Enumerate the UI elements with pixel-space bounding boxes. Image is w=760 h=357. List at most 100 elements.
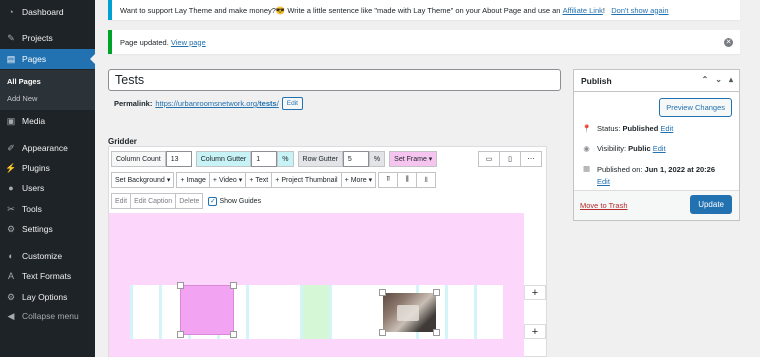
sidebar-item-dashboard[interactable]: ◔ Dashboard xyxy=(0,2,95,22)
sidebar-item-pages[interactable]: ▤ Pages xyxy=(0,49,95,69)
grid-column xyxy=(474,285,503,339)
gridder-panel: Column Count 13 Column Gutter 1 % Row Gu… xyxy=(108,146,547,357)
plus-icon: + xyxy=(531,286,539,299)
move-to-trash-link[interactable]: Move to Trash xyxy=(580,201,628,210)
admin-sidebar: ◔ Dashboard ✎ Projects ▤ Pages All Pages… xyxy=(0,0,95,357)
add-more-dropdown[interactable]: + More ▾ xyxy=(340,172,377,188)
column-gutter-input[interactable]: 1 xyxy=(251,151,278,167)
status-label: Status: xyxy=(597,124,621,133)
affiliate-link[interactable]: Affiliate Link xyxy=(563,6,603,15)
customize-icon: ◐ xyxy=(8,250,14,261)
toggle-panel-icon[interactable]: ▴ xyxy=(729,75,733,84)
desktop-view-icon[interactable]: ▭ xyxy=(478,151,500,167)
publish-controls: ⌃ ⌄ ▴ xyxy=(702,75,733,84)
image-element[interactable] xyxy=(379,289,440,336)
sidebar-item-label: Lay Options xyxy=(22,292,68,302)
sidebar-item-appearance[interactable]: ✐ Appearance xyxy=(0,138,95,158)
add-video-dropdown[interactable]: + Video ▾ xyxy=(208,172,247,188)
row-gutter-input[interactable]: 5 xyxy=(342,151,369,167)
view-page-link[interactable]: View page xyxy=(171,38,206,47)
set-background-dropdown[interactable]: Set Background ▾ xyxy=(111,172,175,188)
publish-title: Publish xyxy=(581,75,612,86)
chevron-up-icon[interactable]: ⌃ xyxy=(702,75,709,84)
sidebar-item-label: Media xyxy=(22,116,46,126)
post-title-input[interactable]: Tests xyxy=(108,69,561,91)
element-toolbar: Edit Edit Caption Delete ✓ Show Guides xyxy=(111,193,261,209)
gridder-canvas[interactable] xyxy=(109,213,524,357)
permalink-url[interactable]: https://urbanroomsnetwork.org/tests/ xyxy=(155,99,278,108)
project-thumbnail-label: Project Thumbnail xyxy=(281,176,338,184)
sidebar-item-users[interactable]: ● Users xyxy=(0,178,95,198)
caret-down-icon: ▾ xyxy=(166,177,171,184)
dont-show-again-link[interactable]: Don't show again xyxy=(611,6,668,15)
sidebar-item-tools[interactable]: ✂ Tools xyxy=(0,199,95,219)
add-row-button[interactable]: + xyxy=(524,324,546,339)
chevron-down-icon[interactable]: ⌄ xyxy=(715,75,722,84)
resize-handle[interactable] xyxy=(433,289,440,296)
preview-changes-button[interactable]: Preview Changes xyxy=(659,98,732,117)
placeholder-element[interactable] xyxy=(177,282,237,338)
grid-column xyxy=(300,285,329,339)
gear-icon: ⚙ xyxy=(6,291,16,302)
resize-handle[interactable] xyxy=(379,289,386,296)
add-image-button[interactable]: + Image xyxy=(176,172,210,188)
published-edit-link[interactable]: Edit xyxy=(597,177,610,186)
submenu-add-new[interactable]: Add New xyxy=(7,94,37,103)
plugins-icon: ⚡ xyxy=(5,162,17,173)
permalink-edit-button[interactable]: Edit xyxy=(281,97,303,110)
sidebar-item-media[interactable]: ▣ Media xyxy=(0,111,95,131)
sidebar-item-label: Collapse menu xyxy=(22,311,79,321)
status-row: 📍 Status: Published Edit xyxy=(582,124,673,133)
show-guides-toggle[interactable]: ✓ Show Guides xyxy=(208,196,261,206)
align-top-icon[interactable]: ⫪ xyxy=(378,172,399,188)
visibility-edit-link[interactable]: Edit xyxy=(653,144,666,153)
resize-handle[interactable] xyxy=(433,329,440,336)
sidebar-item-label: Plugins xyxy=(22,163,50,173)
add-text-button[interactable]: + Text xyxy=(245,172,273,188)
sidebar-item-lay-options[interactable]: ⚙ Lay Options xyxy=(0,287,95,307)
grid-row[interactable] xyxy=(130,282,503,339)
sidebar-item-projects[interactable]: ✎ Projects xyxy=(0,28,95,48)
add-project-thumbnail-button[interactable]: + Project Thumbnail xyxy=(271,172,342,188)
row-gutter-label: Row Gutter xyxy=(297,151,343,167)
resize-handle[interactable] xyxy=(230,282,237,289)
publish-actions: Move to Trash Update xyxy=(574,190,739,220)
tools-icon: ✂ xyxy=(7,203,15,214)
collapse-menu-button[interactable]: ◀ Collapse menu xyxy=(0,306,95,326)
sidebar-item-label: Users xyxy=(22,183,45,193)
add-row-button[interactable]: + xyxy=(524,285,546,300)
resize-handle[interactable] xyxy=(177,331,184,338)
edit-caption-button[interactable]: Edit Caption xyxy=(130,193,177,209)
caret-down-icon: ▾ xyxy=(238,177,243,184)
pages-submenu: All Pages Add New xyxy=(0,70,95,110)
visibility-value: Public xyxy=(628,144,651,153)
mobile-view-icon[interactable]: ▯ xyxy=(499,151,521,167)
resize-handle[interactable] xyxy=(230,331,237,338)
submenu-all-pages[interactable]: All Pages xyxy=(7,77,41,86)
column-count-input[interactable]: 13 xyxy=(165,151,192,167)
checkbox-icon[interactable]: ✓ xyxy=(208,196,218,206)
sidebar-item-plugins[interactable]: ⚡ Plugins xyxy=(0,158,95,178)
edit-element-button[interactable]: Edit xyxy=(111,193,132,209)
status-edit-link[interactable]: Edit xyxy=(660,124,673,133)
more-label: More xyxy=(350,176,367,184)
align-middle-icon[interactable]: ⫼ xyxy=(397,172,418,188)
align-bottom-icon[interactable]: ⫫ xyxy=(416,172,437,188)
dismiss-icon[interactable]: ✕ xyxy=(724,38,733,47)
permalink-url-suffix: / xyxy=(276,99,279,108)
status-value: Published xyxy=(622,124,659,133)
update-button[interactable]: Update xyxy=(690,195,732,214)
updated-notice-text: Page updated. xyxy=(120,37,169,47)
resize-handle[interactable] xyxy=(177,282,184,289)
delete-element-button[interactable]: Delete xyxy=(175,193,204,209)
set-frame-dropdown[interactable]: Set Frame ▾ xyxy=(389,151,438,167)
sidebar-item-customize[interactable]: ◐ Customize xyxy=(0,246,95,266)
settings-icon: ⚙ xyxy=(6,223,16,234)
row-gutter-unit: % xyxy=(368,151,386,167)
sidebar-item-settings[interactable]: ⚙ Settings xyxy=(0,219,95,239)
set-frame-label: Set Frame xyxy=(394,155,427,163)
resize-handle[interactable] xyxy=(379,329,386,336)
sidebar-item-text-formats[interactable]: A Text Formats xyxy=(0,266,95,286)
more-options-icon[interactable]: ⋯ xyxy=(520,151,542,167)
plus-icon: + xyxy=(249,176,254,184)
